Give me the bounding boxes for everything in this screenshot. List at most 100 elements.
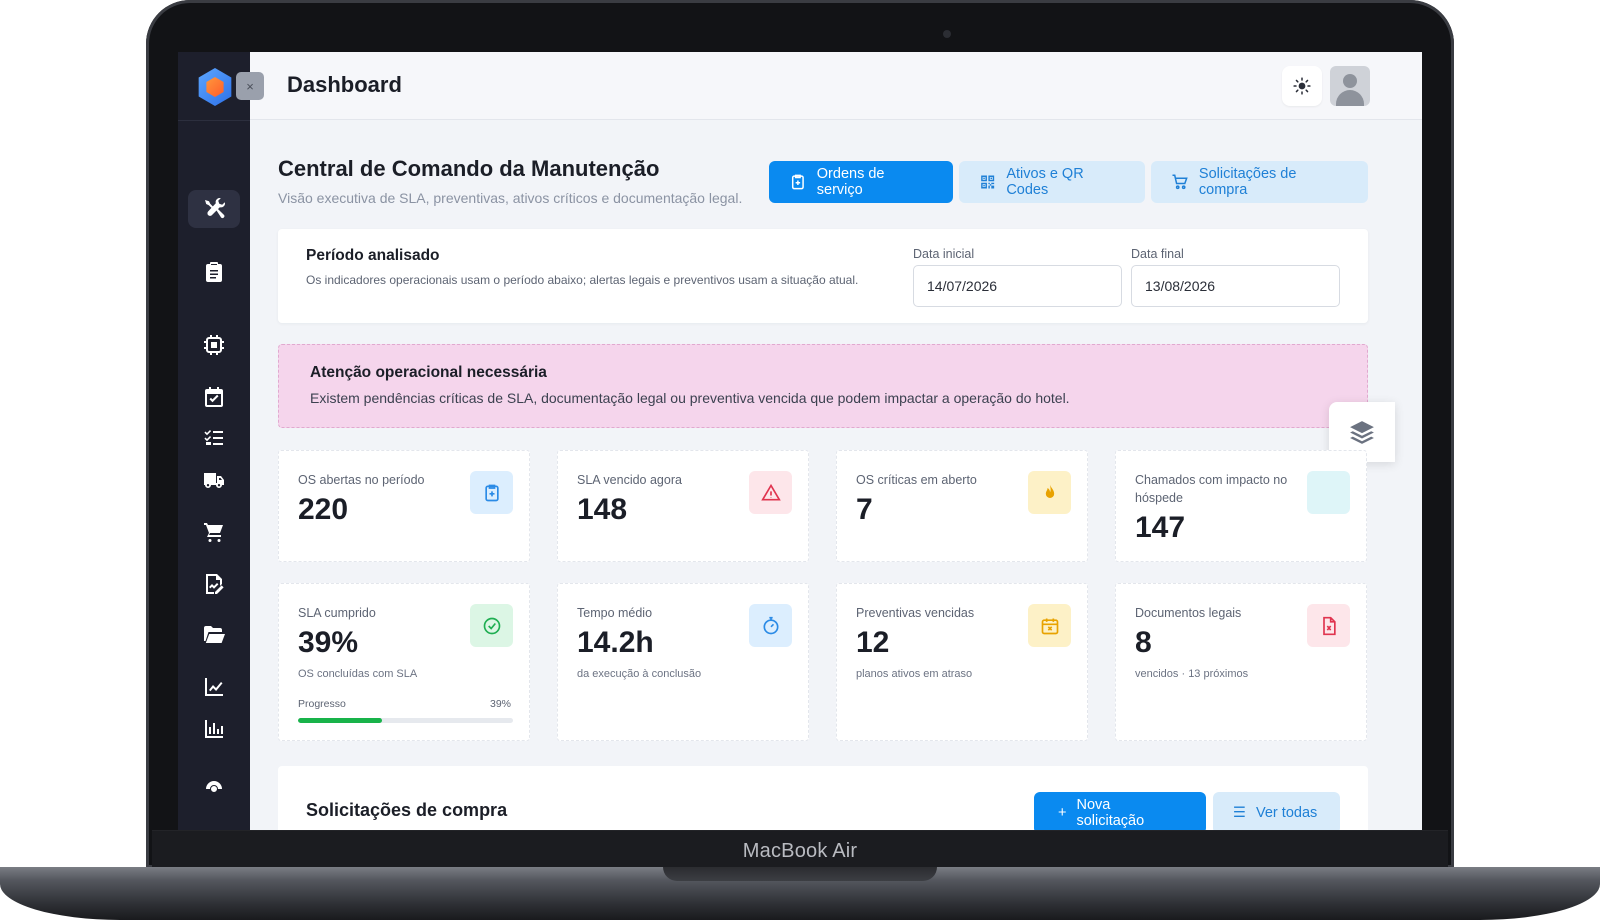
sun-icon [1293,77,1311,95]
page-title: Dashboard [287,72,402,97]
kpi-icon-box [470,471,513,514]
kpi-card-open-orders[interactable]: OS abertas no período 220 [278,450,530,562]
sidebar-item-calendar[interactable] [188,378,240,416]
purchase-requests-button[interactable]: Solicitações de compra [1151,161,1368,203]
kpi-icon-box [1028,604,1071,647]
checklist-icon [204,430,223,445]
kpi-label: Tempo médio [577,606,653,620]
theme-toggle-button[interactable] [1282,66,1322,106]
kpi-value: 148 [577,493,628,526]
kpi-icon-box [1307,604,1350,647]
period-filter-card: Período analisado Os indicadores operaci… [278,229,1368,323]
sidebar-divider [178,120,250,121]
line-chart-icon [205,678,223,696]
kpi-value: 7 [856,493,873,526]
laptop-notch [663,867,937,881]
sidebar-item-orders[interactable] [188,253,240,291]
period-description: Os indicadores operacionais usam o perío… [306,273,859,287]
clipboard-plus-icon [484,484,499,501]
sidebar-item-checklists[interactable] [188,419,240,457]
bar-chart-icon [205,720,223,738]
check-circle-icon [483,617,500,634]
sidebar-item-suppliers[interactable] [188,461,240,499]
kpi-caption: planos ativos em atraso [856,668,973,680]
end-date-field[interactable]: 13/08/2026 [1131,265,1340,307]
progress-fill [298,718,382,723]
list-icon: ☰ [1233,805,1246,821]
kpi-card-sla-overdue[interactable]: SLA vencido agora 148 [557,450,809,562]
sidebar-item-reports-edit[interactable] [188,565,240,603]
assets-qr-button[interactable]: Ativos e QR Codes [959,161,1145,203]
clipboard-plus-icon [791,174,804,190]
purchase-requests-card: Solicitações de compra + Nova solicitaçã… [278,766,1368,830]
sidebar-item-documents[interactable] [188,616,240,654]
kpi-caption: da execução à conclusão [577,668,702,680]
purchase-requests-title: Solicitações de compra [306,800,508,820]
app-screen: × Dashboard Central de Comando da Manute… [178,52,1422,830]
view-all-button[interactable]: ☰ Ver todas [1213,792,1340,830]
chip-icon [204,335,224,355]
app-logo-icon[interactable] [198,68,232,106]
sidebar-item-purchases[interactable] [188,513,240,551]
sidebar-item-profile[interactable] [188,770,240,808]
folder-open-icon [204,626,225,643]
new-request-button[interactable]: + Nova solicitação [1034,792,1206,830]
new-request-label: Nova solicitação [1076,797,1145,829]
collapse-sidebar-button[interactable]: × [236,72,264,100]
service-orders-button[interactable]: Ordens de serviço [769,161,953,203]
kpi-card-overdue-preventive[interactable]: Preventivas vencidas 12 planos ativos em… [836,583,1088,741]
alert-text: Existem pendências críticas de SLA, docu… [310,390,1070,406]
kpi-label: Documentos legais [1135,606,1242,620]
calendar-check-icon [205,387,223,407]
file-x-icon [1322,616,1336,635]
main-content: Central de Comando da Manutenção Visão e… [250,120,1422,830]
kpi-value: 147 [1135,511,1186,544]
kpi-card-critical-orders[interactable]: OS críticas em aberto 7 [836,450,1088,562]
kpi-label: OS abertas no período [298,473,425,487]
kpi-card-guest-impact[interactable]: Chamados com impacto no hóspede 147 [1115,450,1367,562]
user-icon [206,781,222,792]
operational-alert: Atenção operacional necessária Existem p… [278,344,1368,428]
kpi-card-avg-time[interactable]: Tempo médio 14.2h da execução à conclusã… [557,583,809,741]
assets-qr-label: Ativos e QR Codes [1006,166,1084,198]
period-title: Período analisado [306,247,440,264]
kpi-icon-box [749,604,792,647]
kpi-label: SLA cumprido [298,606,376,620]
qr-code-icon [981,175,995,189]
kpi-value: 39% [298,626,359,659]
sidebar-item-maintenance[interactable] [188,190,240,228]
kpi-caption: vencidos · 13 próximos [1135,668,1249,680]
topbar: Dashboard [250,52,1422,120]
kpi-icon-box [1028,471,1071,514]
sidebar-item-analytics[interactable] [188,668,240,706]
laptop-chin: MacBook Air [152,830,1448,868]
kpi-card-sla-met[interactable]: SLA cumprido 39% OS concluídas com SLA P… [278,583,530,741]
alert-title: Atenção operacional necessária [310,364,547,381]
sidebar [178,52,250,830]
tools-icon [205,198,225,219]
dashboard-subheading: Visão executiva de SLA, preventivas, ati… [278,190,743,206]
kpi-caption: OS concluídas com SLA [298,668,418,680]
end-date-label: Data final [1131,247,1184,261]
avatar[interactable] [1330,66,1370,106]
kpi-value: 12 [856,626,890,659]
cart-icon [1172,174,1188,190]
cart-icon [204,523,223,542]
kpi-value: 8 [1135,626,1152,659]
document-chart-icon [206,574,224,594]
sidebar-item-assets[interactable] [188,326,240,364]
progress-label: Progresso [298,698,346,710]
kpi-label: SLA vencido agora [577,473,682,487]
guest-icon [1307,471,1350,514]
plus-icon: + [1058,805,1067,821]
start-date-field[interactable]: 14/07/2026 [913,265,1122,307]
kpi-card-legal-docs[interactable]: Documentos legais 8 vencidos · 13 próxim… [1115,583,1367,741]
purchase-requests-label: Solicitações de compra [1198,166,1297,198]
kpi-icon-box [470,604,513,647]
progress-bar [298,718,513,723]
sidebar-item-stats[interactable] [188,710,240,748]
clipboard-icon [206,262,222,282]
kpi-label: Chamados com impacto no hóspede [1135,473,1288,505]
layers-icon [1350,421,1374,444]
dashboard-heading: Central de Comando da Manutenção [278,156,660,181]
